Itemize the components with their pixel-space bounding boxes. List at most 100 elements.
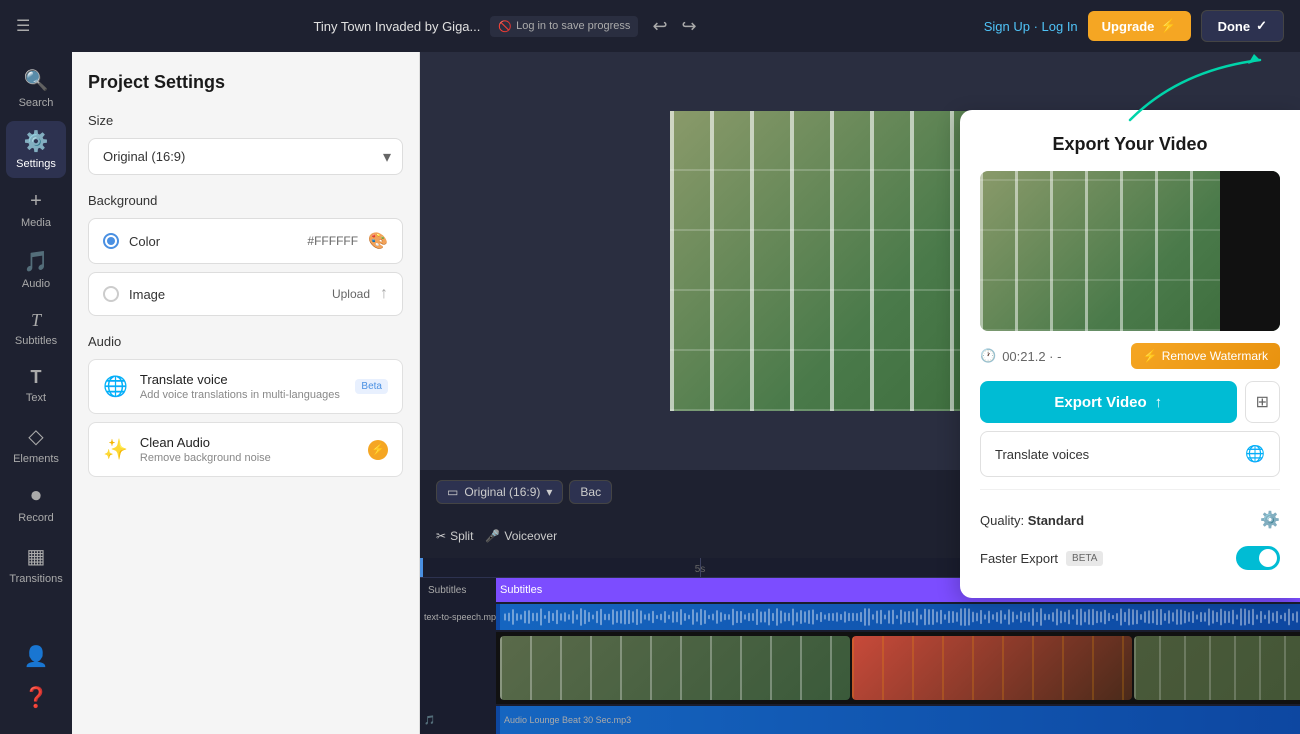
sidebar-item-search[interactable]: 🔍 Search <box>6 60 66 117</box>
sidebar-item-audio[interactable]: 🎵 Audio <box>6 241 66 298</box>
export-extra-icon: ⊞ <box>1256 392 1269 412</box>
redo-button[interactable]: ↪ <box>678 12 701 41</box>
no-save-badge: 🚫 Log in to save progress <box>490 16 638 37</box>
sidebar-item-subtitles[interactable]: T Subtitles <box>6 302 66 355</box>
background-section-label: Background <box>88 193 403 208</box>
clean-audio-info: Clean Audio Remove background noise <box>140 435 356 464</box>
aspect-ratio-selector[interactable]: ▭ Original (16:9) ▾ <box>436 480 563 504</box>
faster-export-label: Faster Export BETA <box>980 551 1103 566</box>
tts-audio-track[interactable]: text-to-speech.mp3 <box>420 604 1300 630</box>
main-layout: 🔍 Search ⚙️ Settings + Media 🎵 Audio T S… <box>0 52 1300 734</box>
elements-icon: ◇ <box>28 424 43 449</box>
export-meta-row: 🕐 00:21.2 · - ⚡ Remove Watermark <box>980 343 1280 369</box>
tracks-container: Subtitles Subtitles <box>420 578 1300 734</box>
video-clip-2[interactable] <box>852 636 1132 700</box>
sidebar-label-transitions: Transitions <box>9 573 62 585</box>
sidebar-item-settings[interactable]: ⚙️ Settings <box>6 121 66 178</box>
image-radio[interactable] <box>103 286 119 302</box>
translate-voices-row[interactable]: Translate voices 🌐 <box>980 431 1280 477</box>
quality-label: Quality: Standard <box>980 513 1084 528</box>
split-icon: ✂ <box>436 529 446 543</box>
text-icon: T <box>31 367 42 388</box>
sidebar-item-record[interactable]: ⏺ Record <box>6 477 66 532</box>
sidebar-item-media[interactable]: + Media <box>6 182 66 237</box>
record-icon: ⏺ <box>31 485 41 508</box>
upgrade-label: Upgrade <box>1102 19 1155 34</box>
duration-text: 00:21.2 · - <box>1002 349 1061 364</box>
sidebar-item-transitions[interactable]: ▦ Transitions <box>6 536 66 593</box>
sidebar-label-elements: Elements <box>13 453 59 465</box>
sidebar-label-record: Record <box>18 512 53 524</box>
color-picker-icon[interactable]: 🎨 <box>368 231 388 251</box>
video-area: ▭ Original (16:9) ▾ Bac ✂ Split 🎤 Voic <box>420 52 1300 734</box>
sidebar-item-account[interactable]: 👤 <box>6 636 66 677</box>
faster-export-row: Faster Export BETA <box>980 538 1280 578</box>
sidebar-label-text: Text <box>26 392 46 404</box>
lightning-icon: ⚡ <box>1160 18 1176 34</box>
voiceover-button[interactable]: 🎤 Voiceover <box>485 529 557 543</box>
media-icon: + <box>30 190 42 213</box>
sidebar-label-search: Search <box>19 97 54 109</box>
color-bg-option[interactable]: Color #FFFFFF 🎨 <box>88 218 403 264</box>
auth-links[interactable]: Sign Up · Log In <box>984 19 1078 34</box>
split-button[interactable]: ✂ Split <box>436 529 473 543</box>
done-button[interactable]: Done ✓ <box>1201 10 1284 42</box>
undo-button[interactable]: ↩ <box>648 12 671 41</box>
export-preview-black-area <box>1220 171 1280 331</box>
aspect-ratio-icon: ▭ <box>447 485 458 499</box>
subtitles-sidebar-label: Subtitles <box>428 585 466 596</box>
quality-settings-icon[interactable]: ⚙️ <box>1260 510 1280 530</box>
size-section-label: Size <box>88 113 403 128</box>
clean-audio-card[interactable]: ✨ Clean Audio Remove background noise ⚡ <box>88 422 403 477</box>
waveform-svg <box>504 605 1300 629</box>
sidebar-label-media: Media <box>21 217 51 229</box>
left-sidebar: 🔍 Search ⚙️ Settings + Media 🎵 Audio T S… <box>0 52 72 734</box>
sidebar-item-elements[interactable]: ◇ Elements <box>6 416 66 473</box>
background-audio-track[interactable]: 🎵 Audio Lounge Beat 30 Sec.mp3 <box>420 706 1300 734</box>
upgrade-button[interactable]: Upgrade ⚡ <box>1088 11 1191 41</box>
background-btn[interactable]: Bac <box>569 480 612 504</box>
checkmark-icon: ✓ <box>1256 18 1267 34</box>
clean-audio-title: Clean Audio <box>140 435 356 450</box>
image-bg-option[interactable]: Image Upload ↑ <box>88 272 403 316</box>
settings-panel: Project Settings Size Original (16:9) 1:… <box>72 52 420 734</box>
remove-watermark-label: Remove Watermark <box>1162 349 1268 363</box>
arrow-annotation <box>1120 50 1280 130</box>
audio-section: Audio 🌐 Translate voice Add voice transl… <box>88 334 403 477</box>
done-label: Done <box>1218 19 1251 34</box>
sidebar-item-text[interactable]: T Text <box>6 359 66 412</box>
transitions-icon: ▦ <box>27 544 46 569</box>
translate-voice-desc: Add voice translations in multi-language… <box>140 389 344 401</box>
beat-track-label: Audio Lounge Beat 30 Sec.mp3 <box>504 715 631 725</box>
clean-audio-icon: ✨ <box>103 437 128 462</box>
remove-watermark-button[interactable]: ⚡ Remove Watermark <box>1131 343 1280 369</box>
clock-icon: 🕐 <box>980 348 996 364</box>
project-title: Tiny Town Invaded by Giga... <box>313 19 480 34</box>
upgrade-audio-icon[interactable]: ⚡ <box>368 440 388 460</box>
export-video-button[interactable]: Export Video ↑ <box>980 381 1237 423</box>
faster-export-toggle[interactable] <box>1236 546 1280 570</box>
color-radio[interactable] <box>103 233 119 249</box>
voiceover-label: Voiceover <box>504 529 557 543</box>
hamburger-icon[interactable]: ☰ <box>16 16 30 36</box>
video-clip-3[interactable] <box>1134 636 1300 700</box>
export-actions: Export Video ↑ ⊞ <box>980 381 1280 423</box>
sidebar-label-settings: Settings <box>16 158 56 170</box>
upload-button[interactable]: Upload <box>332 287 370 301</box>
settings-icon: ⚙️ <box>24 129 49 154</box>
translate-voice-card[interactable]: 🌐 Translate voice Add voice translations… <box>88 359 403 414</box>
export-preview <box>980 171 1280 331</box>
export-icon: ↑ <box>1155 394 1163 411</box>
watermark-icon: ⚡ <box>1143 349 1158 363</box>
background-label: Bac <box>580 485 601 499</box>
translate-voices-label: Translate voices <box>995 447 1089 462</box>
beat-icon: 🎵 <box>424 715 435 726</box>
sidebar-item-help[interactable]: ❓ <box>6 677 66 718</box>
size-select[interactable]: Original (16:9) 1:1 Square 9:16 Portrait <box>88 138 403 175</box>
export-extra-button[interactable]: ⊞ <box>1245 381 1280 423</box>
divider-1 <box>980 489 1280 490</box>
translate-voice-title: Translate voice <box>140 372 344 387</box>
video-clip-1[interactable] <box>500 636 850 700</box>
export-duration: 🕐 00:21.2 · - <box>980 348 1061 364</box>
quality-value: Standard <box>1028 513 1084 528</box>
